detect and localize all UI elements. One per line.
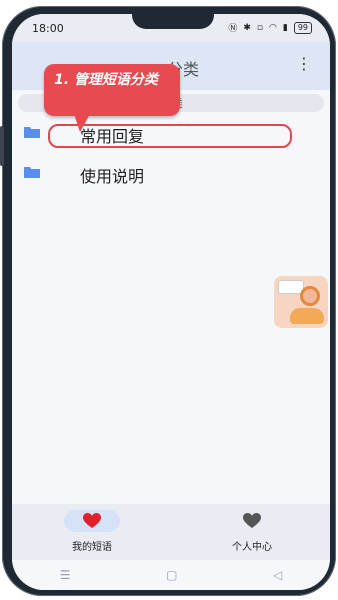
folder-icon	[24, 127, 40, 138]
category-item[interactable]: 使用说明	[12, 156, 330, 190]
bottom-nav: 我的短语 个人中心	[12, 504, 330, 560]
nfc-icon: Ⓝ	[228, 24, 238, 34]
more-vert-icon[interactable]: ⋮	[296, 56, 312, 72]
status-icons: Ⓝ ✱ ▫ ◠ ▮ 99	[228, 21, 312, 34]
phone-frame: 18:00 Ⓝ ✱ ▫ ◠ ▮ 99 分类 ⋮ 类 常用回复	[0, 6, 336, 596]
silent-icon: ▫	[256, 22, 263, 33]
recent-apps-icon[interactable]: ☰	[60, 568, 71, 582]
home-icon[interactable]: ▢	[166, 568, 177, 582]
assistant-avatar[interactable]	[274, 276, 328, 328]
signal-icon: ▮	[282, 22, 288, 33]
assistant-body	[290, 308, 324, 324]
side-button	[0, 126, 4, 166]
nav-pill	[224, 510, 280, 532]
status-bar: 18:00 Ⓝ ✱ ▫ ◠ ▮ 99	[12, 14, 330, 42]
camera-notch	[132, 14, 214, 29]
tutorial-callout: 1. 管理短语分类	[44, 64, 180, 132]
nav-label: 个人中心	[232, 542, 272, 553]
nav-label: 我的短语	[72, 542, 112, 553]
bluetooth-icon: ✱	[243, 22, 251, 33]
callout-pointer	[74, 114, 90, 132]
nav-my-phrases[interactable]: 我的短语	[32, 510, 152, 556]
nav-active-pill	[64, 510, 120, 532]
heart-icon	[243, 513, 261, 528]
screen: 18:00 Ⓝ ✱ ▫ ◠ ▮ 99 分类 ⋮ 类 常用回复	[12, 14, 330, 590]
battery-icon: 99	[293, 21, 312, 34]
category-label: 使用说明	[80, 167, 145, 186]
heart-icon	[83, 513, 101, 528]
folder-icon	[24, 167, 40, 178]
assistant-head	[300, 286, 320, 306]
callout-text: 1. 管理短语分类	[54, 72, 158, 88]
status-time: 18:00	[32, 22, 64, 35]
back-icon[interactable]: ◁	[273, 568, 282, 582]
wifi-icon: ◠	[269, 22, 277, 33]
nav-personal-center[interactable]: 个人中心	[192, 510, 312, 556]
system-nav-bar: ☰ ▢ ◁	[12, 560, 330, 590]
